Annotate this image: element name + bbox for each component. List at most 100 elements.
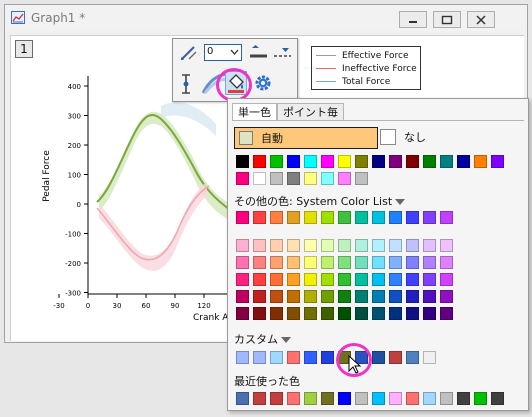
color-swatch[interactable] (372, 239, 385, 252)
color-swatch[interactable] (372, 256, 385, 269)
color-swatch[interactable] (321, 307, 334, 320)
color-swatch[interactable] (406, 239, 419, 252)
auto-color-button[interactable]: 自動 (234, 127, 378, 149)
custom-color-swatch[interactable] (423, 351, 436, 364)
color-swatch[interactable] (338, 273, 351, 286)
color-swatch[interactable] (304, 256, 317, 269)
title-bar[interactable]: Graph1 * (5, 5, 527, 31)
no-color-option[interactable]: なし (380, 129, 426, 145)
color-swatch[interactable] (406, 307, 419, 320)
recent-color-swatch[interactable] (287, 392, 300, 405)
color-swatch[interactable] (406, 155, 419, 168)
color-swatch[interactable] (372, 290, 385, 303)
color-swatch[interactable] (338, 211, 351, 224)
recent-color-swatch[interactable] (440, 392, 453, 405)
color-swatch[interactable] (253, 211, 266, 224)
color-swatch[interactable] (423, 211, 436, 224)
color-swatch[interactable] (406, 273, 419, 286)
color-swatch[interactable] (372, 307, 385, 320)
color-swatch[interactable] (304, 273, 317, 286)
color-swatch[interactable] (287, 307, 300, 320)
custom-color-swatch[interactable] (287, 351, 300, 364)
color-swatch[interactable] (236, 172, 249, 185)
color-swatch[interactable] (423, 256, 436, 269)
color-swatch[interactable] (287, 211, 300, 224)
color-swatch[interactable] (287, 239, 300, 252)
recent-color-swatch[interactable] (355, 392, 368, 405)
color-swatch[interactable] (287, 273, 300, 286)
color-swatch[interactable] (321, 155, 334, 168)
color-swatch[interactable] (389, 307, 402, 320)
color-swatch[interactable] (287, 256, 300, 269)
custom-color-swatch[interactable] (321, 351, 334, 364)
tab-per-point[interactable]: ポイント毎 (277, 103, 344, 121)
maximize-button[interactable] (433, 11, 461, 28)
color-swatch[interactable] (270, 172, 283, 185)
color-swatch[interactable] (287, 290, 300, 303)
line-width-dropdown[interactable]: 0 (204, 44, 242, 61)
custom-color-swatch[interactable] (236, 351, 249, 364)
color-swatch[interactable] (236, 211, 249, 224)
color-swatch[interactable] (389, 239, 402, 252)
recent-color-swatch[interactable] (304, 392, 317, 405)
color-swatch[interactable] (321, 290, 334, 303)
color-swatch[interactable] (304, 239, 317, 252)
color-swatch[interactable] (236, 273, 249, 286)
color-swatch[interactable] (253, 307, 266, 320)
color-swatch[interactable] (355, 307, 368, 320)
color-swatch[interactable] (253, 290, 266, 303)
color-swatch[interactable] (304, 155, 317, 168)
recent-color-swatch[interactable] (270, 392, 283, 405)
color-swatch[interactable] (491, 155, 504, 168)
color-swatch[interactable] (270, 155, 283, 168)
recent-color-swatch[interactable] (474, 392, 487, 405)
color-swatch[interactable] (253, 273, 266, 286)
color-swatch[interactable] (372, 273, 385, 286)
color-swatch[interactable] (304, 211, 317, 224)
close-button[interactable] (467, 11, 495, 28)
color-swatch[interactable] (270, 239, 283, 252)
recent-color-swatch[interactable] (389, 392, 402, 405)
color-swatch[interactable] (321, 172, 334, 185)
color-swatch[interactable] (355, 273, 368, 286)
color-swatch[interactable] (304, 290, 317, 303)
color-swatch[interactable] (423, 239, 436, 252)
recent-color-swatch[interactable] (236, 392, 249, 405)
color-swatch[interactable] (270, 211, 283, 224)
color-swatch[interactable] (270, 307, 283, 320)
color-swatch[interactable] (253, 155, 266, 168)
color-swatch[interactable] (236, 290, 249, 303)
color-swatch[interactable] (372, 155, 385, 168)
color-swatch[interactable] (372, 211, 385, 224)
color-swatch[interactable] (338, 172, 351, 185)
color-swatch[interactable] (321, 211, 334, 224)
color-swatch[interactable] (253, 239, 266, 252)
color-swatch[interactable] (338, 307, 351, 320)
color-swatch[interactable] (355, 155, 368, 168)
color-swatch[interactable] (304, 307, 317, 320)
custom-color-swatch[interactable] (304, 351, 317, 364)
color-swatch[interactable] (338, 256, 351, 269)
custom-color-swatch[interactable] (270, 351, 283, 364)
color-swatch[interactable] (321, 256, 334, 269)
recent-color-swatch[interactable] (457, 392, 470, 405)
color-swatch[interactable] (270, 256, 283, 269)
tab-single-color[interactable]: 単一色 (232, 103, 277, 121)
custom-color-swatch[interactable] (372, 351, 385, 364)
color-swatch[interactable] (338, 290, 351, 303)
color-swatch[interactable] (406, 256, 419, 269)
color-swatch[interactable] (389, 256, 402, 269)
color-swatch[interactable] (440, 307, 453, 320)
color-swatch[interactable] (236, 307, 249, 320)
line-pen-icon[interactable] (179, 44, 199, 62)
color-swatch[interactable] (270, 290, 283, 303)
color-swatch[interactable] (355, 211, 368, 224)
color-swatch[interactable] (253, 256, 266, 269)
color-swatch[interactable] (440, 155, 453, 168)
color-swatch[interactable] (236, 239, 249, 252)
recent-color-swatch[interactable] (372, 392, 385, 405)
recent-color-swatch[interactable] (491, 392, 504, 405)
color-swatch[interactable] (457, 155, 470, 168)
gear-icon[interactable] (253, 73, 273, 93)
dash-style-icon[interactable] (273, 44, 293, 62)
